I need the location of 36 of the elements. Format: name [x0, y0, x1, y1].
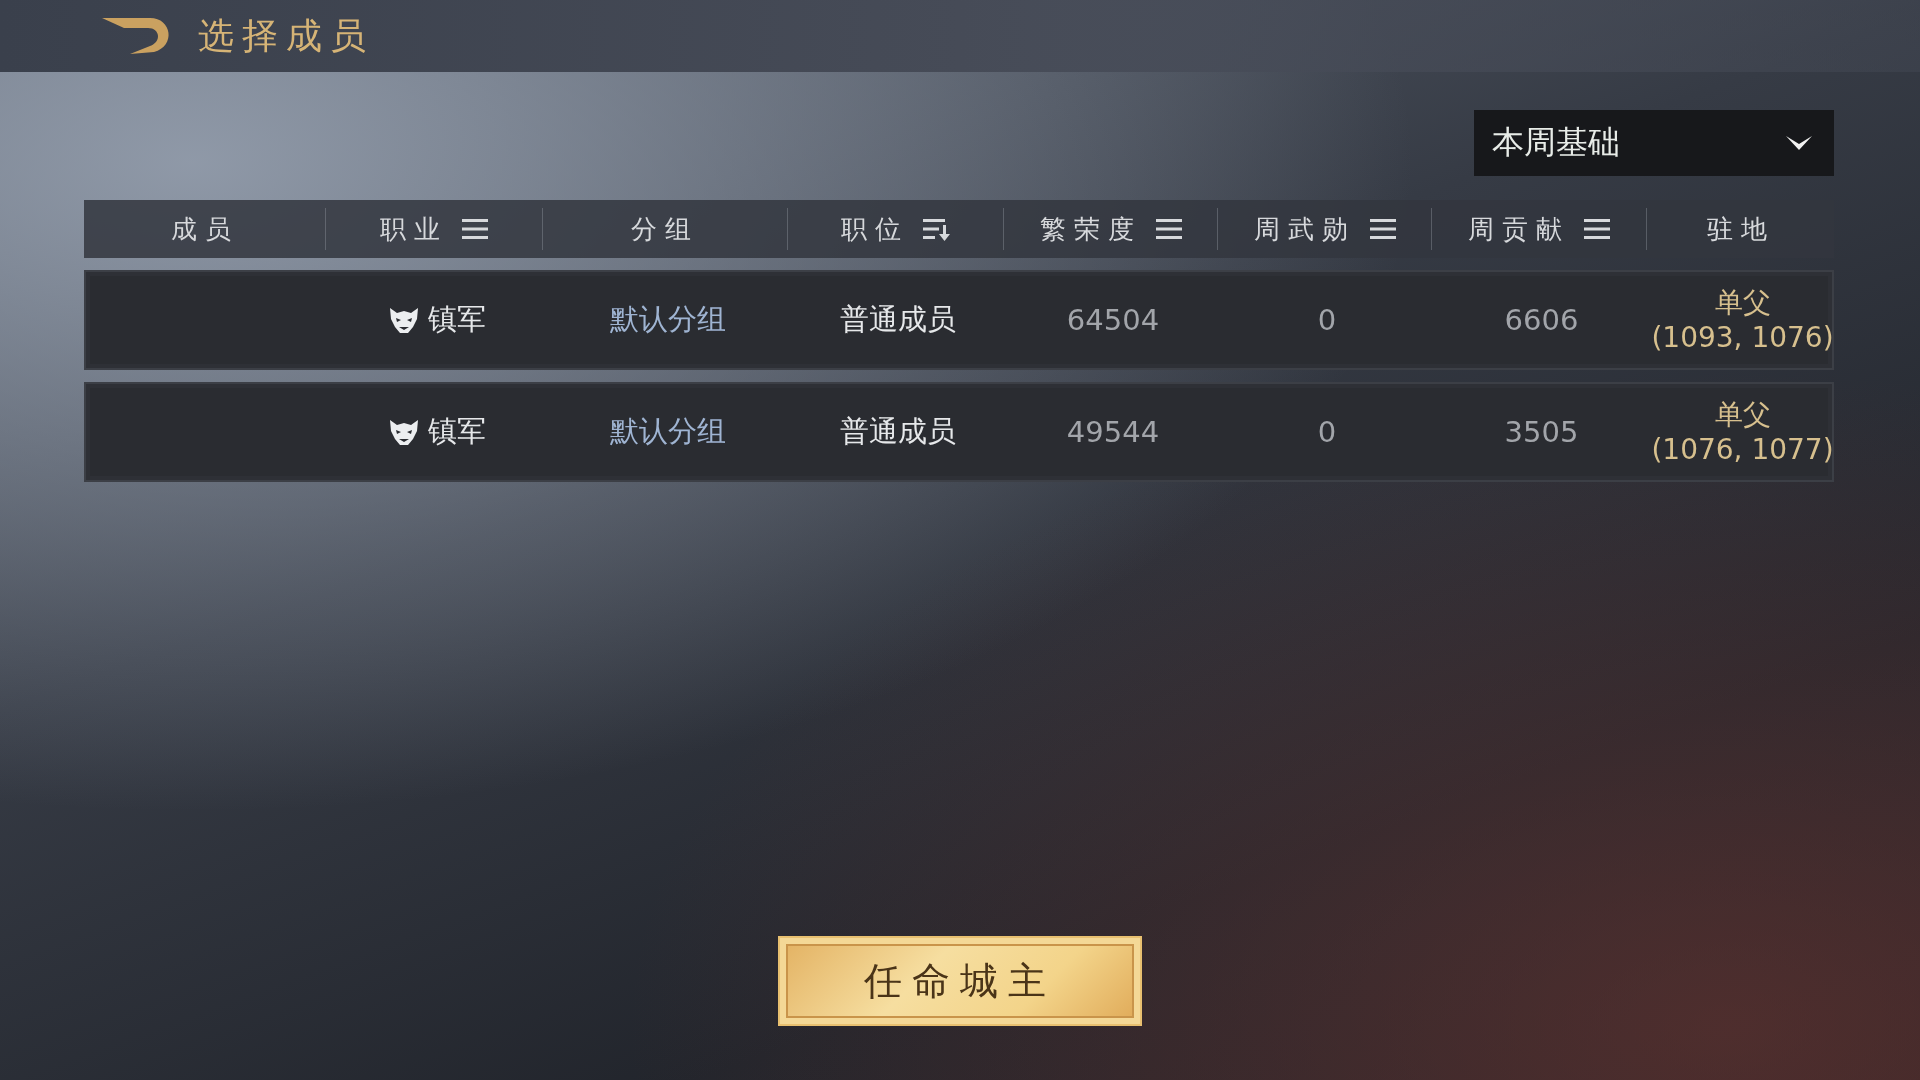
beast-mask-icon [387, 417, 420, 447]
sort-icon[interactable] [922, 217, 951, 241]
filter-icon[interactable] [1584, 217, 1610, 241]
table-cell-text: 普通成员 [840, 301, 956, 338]
table-cell: 49544 [1066, 415, 1160, 449]
table-cell-text: 普通成员 [840, 413, 956, 450]
period-dropdown[interactable]: 本周基础 [1474, 110, 1834, 176]
table-cell: 64504 [1066, 303, 1160, 337]
table-cell: 0 [1317, 415, 1337, 449]
filter-icon[interactable] [1369, 217, 1396, 241]
beast-mask-icon [387, 305, 420, 335]
table-cell: 6606 [1504, 303, 1579, 337]
table-cell-text: 默认分组 [609, 413, 726, 450]
station-coordinates: (1093, 1076) [1651, 320, 1834, 355]
table-cell-text: 默认分组 [609, 301, 726, 338]
station-name: 单父 [1714, 397, 1771, 432]
column-header: 周武勋 [1253, 212, 1356, 246]
column-header: 驻地 [1706, 212, 1775, 246]
column-header: 分组 [631, 212, 699, 246]
table-cell: 0 [1317, 303, 1337, 337]
station-coordinates: (1076, 1077) [1651, 432, 1834, 467]
table-cell-text: 镇军 [427, 413, 486, 450]
column-header: 繁荣度 [1039, 212, 1142, 246]
member-row[interactable]: 镇军 默认分组 普通成员 64504 0 6606 单父 (1093, 1076) [84, 270, 1834, 370]
column-header: 周贡献 [1468, 212, 1570, 246]
table-cell-text: 镇军 [427, 301, 486, 338]
station-name: 单父 [1714, 285, 1771, 320]
filter-icon[interactable] [462, 217, 488, 241]
member-row[interactable]: 镇军 默认分组 普通成员 49544 0 3505 单父 (1076, 1077) [84, 382, 1834, 482]
appoint-button[interactable]: 任命城主 [778, 936, 1142, 1026]
table-cell: 3505 [1504, 415, 1579, 449]
page-title: 选择成员 [198, 13, 374, 58]
filter-icon[interactable] [1155, 217, 1182, 241]
column-header: 职位 [840, 212, 909, 246]
column-header: 职业 [380, 212, 448, 246]
column-header: 成员 [170, 212, 239, 246]
